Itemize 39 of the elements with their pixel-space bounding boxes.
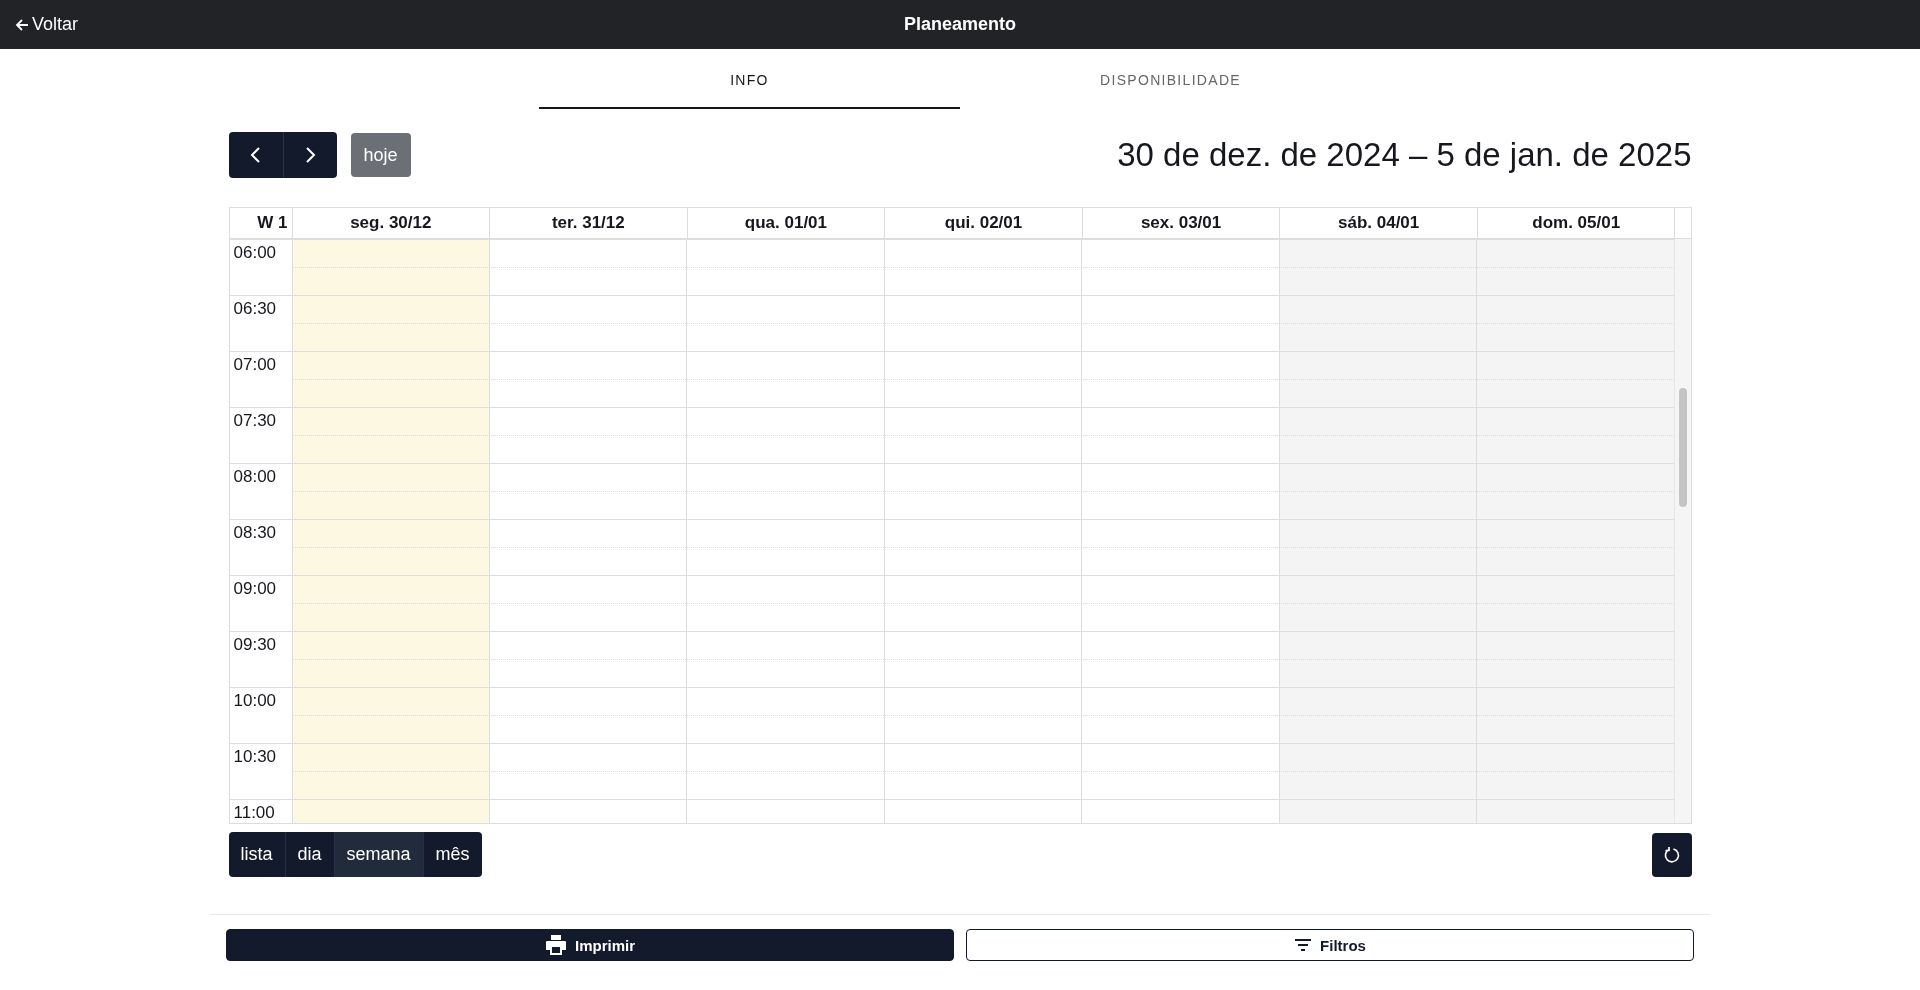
time-label: 08:00: [232, 466, 277, 487]
tab[interactable]: INFO: [539, 49, 960, 109]
view-button[interactable]: mês: [422, 832, 482, 877]
back-arrow-icon: [14, 16, 30, 33]
chevron-right-icon: [303, 146, 317, 164]
time-label: 09:30: [232, 634, 277, 655]
time-label: 10:00: [232, 690, 277, 711]
time-label: 06:00: [232, 242, 277, 263]
filter-button[interactable]: Filtros: [966, 929, 1694, 961]
day-header: dom. 05/01: [1476, 208, 1675, 238]
time-label: 07:30: [232, 410, 277, 431]
page-title: Planeamento: [903, 14, 1016, 34]
back-button[interactable]: Voltar: [14, 14, 79, 35]
day-header: sáb. 04/01: [1279, 208, 1477, 238]
day-header: sex. 03/01: [1081, 208, 1280, 238]
time-label: 09:00: [232, 578, 277, 599]
date-range-title: 30 de dez. de 2024 – 5 de jan. de 2025: [1117, 136, 1692, 174]
time-label: 08:30: [232, 522, 277, 543]
day-header: ter. 31/12: [489, 208, 687, 238]
refresh-icon: [1662, 845, 1681, 864]
refresh-button[interactable]: [1651, 832, 1692, 877]
week-number: W 1: [256, 212, 289, 234]
view-button[interactable]: dia: [284, 832, 334, 877]
tab[interactable]: DISPONIBILIDADE: [960, 49, 1381, 109]
chevron-left-icon: [248, 146, 263, 164]
today-button[interactable]: hoje: [350, 133, 411, 177]
scrollbar-thumb[interactable]: [1678, 388, 1687, 507]
time-label: 07:00: [232, 354, 277, 375]
view-button[interactable]: lista: [228, 832, 285, 877]
time-label: 06:30: [232, 298, 277, 319]
view-button[interactable]: semana: [333, 832, 423, 877]
print-button[interactable]: Imprimir: [226, 929, 954, 961]
printer-icon: [545, 934, 567, 956]
day-header: seg. 30/12: [291, 208, 490, 238]
day-header: qua. 01/01: [686, 208, 885, 238]
filter-icon: [1294, 938, 1313, 952]
time-label: 11:00: [232, 802, 275, 823]
day-header: qui. 02/01: [884, 208, 1082, 238]
time-label: 10:30: [232, 746, 277, 767]
